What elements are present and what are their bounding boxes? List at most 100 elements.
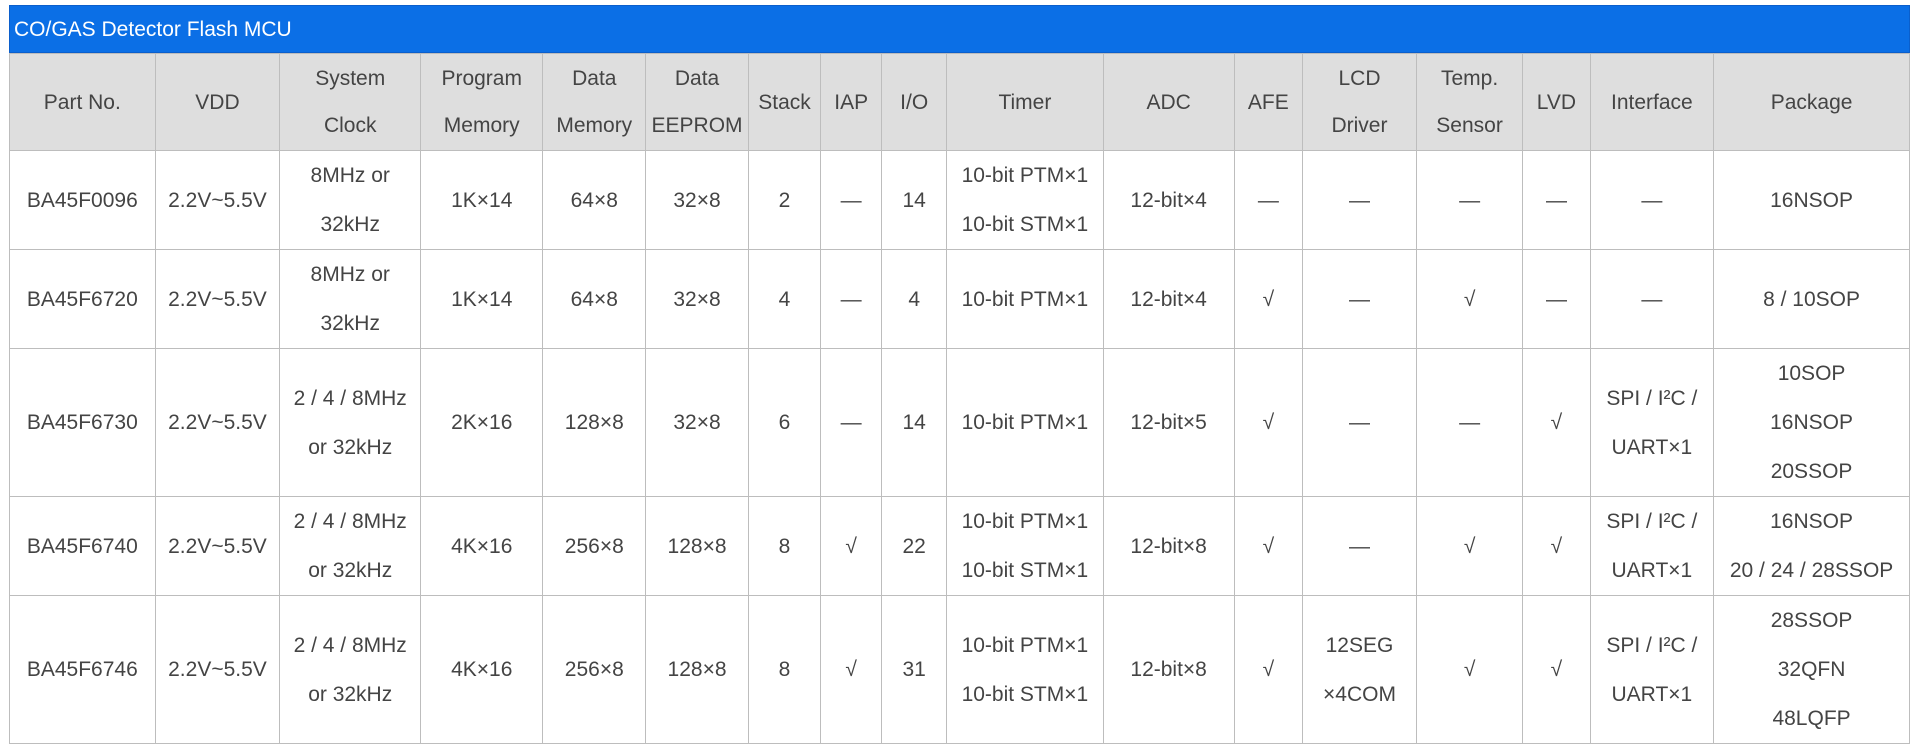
cell-text: — <box>1459 411 1481 434</box>
cell-text: BA45F6720 <box>26 287 138 311</box>
cell-interface: — <box>1589 150 1715 250</box>
header-label: Temp. <box>1440 67 1499 90</box>
cell-data-eeprom: 32×8 <box>645 249 749 349</box>
header-vdd: VDD <box>154 53 281 151</box>
cell-text: 256×8 <box>564 534 624 558</box>
cell-timer: 10-bit PTM×1 <box>946 348 1104 497</box>
header-data-eeprom: Data EEPROM <box>645 53 749 151</box>
cell-vdd: 2.2V~5.5V <box>154 249 281 349</box>
cell-text: SPI / I²C / <box>1606 633 1698 657</box>
cell-text: 1K×14 <box>451 188 513 212</box>
header-program-memory: Program Memory <box>420 53 544 151</box>
cell-text: 10-bit PTM×1 <box>961 164 1089 187</box>
cell-text: 2 <box>778 188 791 212</box>
cell-text: 31 <box>902 658 926 681</box>
cell-afe: √ <box>1233 496 1304 596</box>
cell-text: UART×1 <box>1611 682 1693 706</box>
mcu-table-container: CO/GAS Detector Flash MCU Part No. VDD Sys… <box>9 5 1910 744</box>
cell-text: √ <box>1262 658 1275 681</box>
cell-text: 2K×16 <box>451 411 513 434</box>
table-header: Part No. VDD System Clock Program Memory Data M… <box>9 53 1910 151</box>
header-iap: IAP <box>820 53 883 151</box>
cell-lcd-driver: — <box>1302 348 1417 497</box>
cell-data-memory: 64×8 <box>542 249 647 349</box>
cell-text: √ <box>845 534 857 558</box>
header-system-clock: System Clock <box>279 53 422 151</box>
table-row: BA45F6720 2.2V~5.5V 8MHz or 32kHz 1K×14 64×8 3… <box>9 249 1910 349</box>
cell-data-eeprom: 128×8 <box>645 496 749 596</box>
cell-text: 10-bit STM×1 <box>961 559 1089 582</box>
cell-text: 8 / 10SOP <box>1763 287 1861 311</box>
cell-io: 4 <box>881 249 948 349</box>
cell-package: 16NSOP <box>1713 150 1910 250</box>
cell-text: 12-bit×8 <box>1130 534 1207 558</box>
cell-data-memory: 64×8 <box>542 150 647 250</box>
cell-text: 12-bit×4 <box>1130 287 1207 311</box>
cell-data-memory: 256×8 <box>542 496 647 596</box>
cell-timer: 10-bit PTM×1 10-bit STM×1 <box>946 595 1104 744</box>
header-adc: ADC <box>1102 53 1235 151</box>
cell-text: 128×8 <box>667 658 727 681</box>
cell-lvd: √ <box>1522 348 1591 497</box>
cell-text: 2 / 4 / 8MHz <box>293 386 407 410</box>
header-lvd: LVD <box>1522 53 1591 151</box>
cell-vdd: 2.2V~5.5V <box>154 595 281 744</box>
cell-data-eeprom: 32×8 <box>645 348 749 497</box>
cell-io: 14 <box>881 348 948 497</box>
cell-text: — <box>1641 188 1663 212</box>
cell-text: √ <box>1550 534 1563 558</box>
cell-text: 64×8 <box>570 287 618 311</box>
cell-text: 128×8 <box>564 411 624 434</box>
header-lcd-driver: LCD Driver <box>1302 53 1417 151</box>
header-part-no: Part No. <box>9 53 156 151</box>
cell-text: 4 <box>778 287 791 311</box>
cell-text: 4K×16 <box>451 534 513 558</box>
cell-interface: — <box>1589 249 1715 349</box>
cell-part-no: BA45F6746 <box>9 595 156 744</box>
cell-text: 10-bit STM×1 <box>961 682 1089 706</box>
cell-text: 20 / 24 / 28SSOP <box>1729 559 1894 582</box>
cell-part-no: BA45F0096 <box>9 150 156 250</box>
cell-text: 4 <box>908 287 921 311</box>
cell-text: 32×8 <box>673 287 721 311</box>
cell-iap: — <box>820 348 883 497</box>
cell-text: √ <box>1463 534 1476 558</box>
cell-package: 16NSOP 20 / 24 / 28SSOP <box>1713 496 1910 596</box>
header-label: System <box>315 67 386 90</box>
cell-adc: 12-bit×8 <box>1102 595 1235 744</box>
cell-part-no: BA45F6740 <box>9 496 156 596</box>
header-label: LVD <box>1536 90 1577 114</box>
cell-package: 28SSOP 32QFN 48LQFP <box>1713 595 1910 744</box>
cell-text: — <box>1641 287 1663 311</box>
header-label: Interface <box>1611 90 1693 114</box>
cell-system-clock: 8MHz or 32kHz <box>279 150 422 250</box>
cell-afe: √ <box>1233 595 1304 744</box>
header-label: Package <box>1770 90 1853 114</box>
cell-lcd-driver: — <box>1302 150 1417 250</box>
cell-text: 2.2V~5.5V <box>168 188 267 212</box>
header-label: Driver <box>1331 114 1388 137</box>
cell-text: — <box>1257 188 1279 212</box>
cell-stack: 8 <box>747 595 822 744</box>
cell-text: 28SSOP <box>1770 609 1853 632</box>
cell-text: 32×8 <box>673 411 721 434</box>
header-label: I/O <box>900 90 929 114</box>
cell-text: 1K×14 <box>451 287 513 311</box>
cell-system-clock: 2 / 4 / 8MHz or 32kHz <box>279 348 422 497</box>
cell-text: 14 <box>902 411 926 434</box>
header-label: IAP <box>834 90 869 114</box>
header-label: EEPROM <box>651 114 743 137</box>
cell-interface: SPI / I²C / UART×1 <box>1589 496 1715 596</box>
cell-text: — <box>1348 411 1370 434</box>
cell-text: √ <box>1262 534 1275 558</box>
cell-program-memory: 2K×16 <box>420 348 544 497</box>
cell-text: or 32kHz <box>308 682 393 706</box>
cell-text: or 32kHz <box>308 559 393 582</box>
table-row: BA45F6746 2.2V~5.5V 2 / 4 / 8MHz or 32kHz 4K… <box>9 595 1910 744</box>
cell-io: 14 <box>881 150 948 250</box>
table-body: BA45F0096 2.2V~5.5V 8MHz or 32kHz 1K×14 64×8 3… <box>9 150 1910 744</box>
cell-text: 20SSOP <box>1770 460 1853 483</box>
cell-text: 128×8 <box>667 534 727 558</box>
cell-data-memory: 256×8 <box>542 595 647 744</box>
table-title: CO/GAS Detector Flash MCU <box>9 5 1910 53</box>
